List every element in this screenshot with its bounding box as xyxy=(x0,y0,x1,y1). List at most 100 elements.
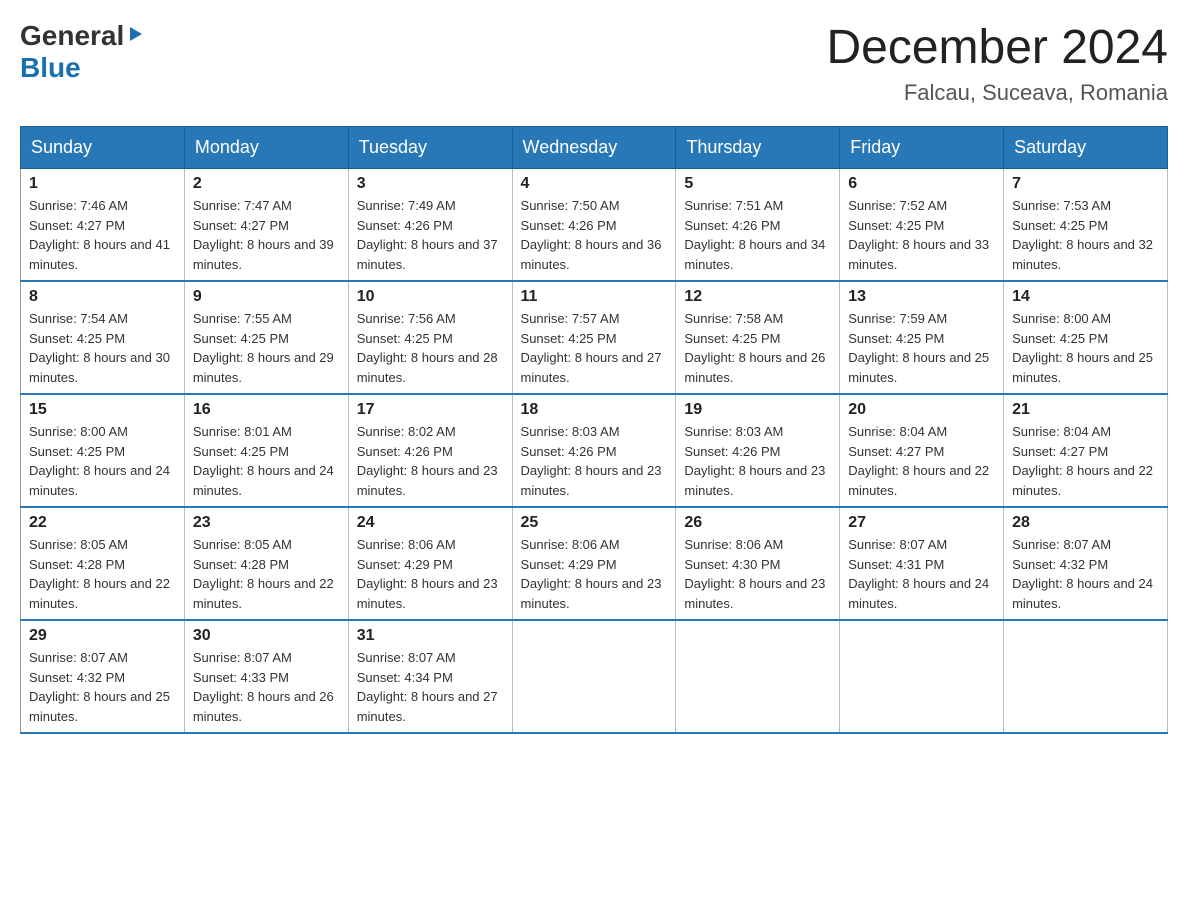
day-cell-10: 10 Sunrise: 7:56 AMSunset: 4:25 PMDaylig… xyxy=(348,281,512,394)
day-cell-14: 14 Sunrise: 8:00 AMSunset: 4:25 PMDaylig… xyxy=(1004,281,1168,394)
day-cell-22: 22 Sunrise: 8:05 AMSunset: 4:28 PMDaylig… xyxy=(21,507,185,620)
day-number: 23 xyxy=(193,514,340,532)
day-number: 13 xyxy=(848,288,995,306)
page-header: General Blue December 2024 Falcau, Sucea… xyxy=(20,20,1168,106)
day-info: Sunrise: 7:54 AMSunset: 4:25 PMDaylight:… xyxy=(29,311,170,385)
day-number: 17 xyxy=(357,401,504,419)
day-info: Sunrise: 8:06 AMSunset: 4:29 PMDaylight:… xyxy=(357,537,498,611)
day-cell-13: 13 Sunrise: 7:59 AMSunset: 4:25 PMDaylig… xyxy=(840,281,1004,394)
logo: General Blue xyxy=(20,20,145,84)
day-number: 1 xyxy=(29,175,176,193)
day-info: Sunrise: 8:05 AMSunset: 4:28 PMDaylight:… xyxy=(193,537,334,611)
day-cell-28: 28 Sunrise: 8:07 AMSunset: 4:32 PMDaylig… xyxy=(1004,507,1168,620)
day-number: 19 xyxy=(684,401,831,419)
week-row-5: 29 Sunrise: 8:07 AMSunset: 4:32 PMDaylig… xyxy=(21,620,1168,733)
day-cell-5: 5 Sunrise: 7:51 AMSunset: 4:26 PMDayligh… xyxy=(676,169,840,282)
day-info: Sunrise: 8:02 AMSunset: 4:26 PMDaylight:… xyxy=(357,424,498,498)
day-number: 31 xyxy=(357,627,504,645)
day-cell-17: 17 Sunrise: 8:02 AMSunset: 4:26 PMDaylig… xyxy=(348,394,512,507)
day-cell-2: 2 Sunrise: 7:47 AMSunset: 4:27 PMDayligh… xyxy=(184,169,348,282)
day-cell-25: 25 Sunrise: 8:06 AMSunset: 4:29 PMDaylig… xyxy=(512,507,676,620)
day-info: Sunrise: 7:50 AMSunset: 4:26 PMDaylight:… xyxy=(521,198,662,272)
calendar-title: December 2024 xyxy=(826,20,1168,75)
day-cell-21: 21 Sunrise: 8:04 AMSunset: 4:27 PMDaylig… xyxy=(1004,394,1168,507)
day-info: Sunrise: 7:57 AMSunset: 4:25 PMDaylight:… xyxy=(521,311,662,385)
day-cell-12: 12 Sunrise: 7:58 AMSunset: 4:25 PMDaylig… xyxy=(676,281,840,394)
day-number: 21 xyxy=(1012,401,1159,419)
day-cell-1: 1 Sunrise: 7:46 AMSunset: 4:27 PMDayligh… xyxy=(21,169,185,282)
week-row-1: 1 Sunrise: 7:46 AMSunset: 4:27 PMDayligh… xyxy=(21,169,1168,282)
day-cell-8: 8 Sunrise: 7:54 AMSunset: 4:25 PMDayligh… xyxy=(21,281,185,394)
header-sunday: Sunday xyxy=(21,127,185,169)
day-number: 11 xyxy=(521,288,668,306)
empty-cell xyxy=(1004,620,1168,733)
day-number: 7 xyxy=(1012,175,1159,193)
header-tuesday: Tuesday xyxy=(348,127,512,169)
day-cell-19: 19 Sunrise: 8:03 AMSunset: 4:26 PMDaylig… xyxy=(676,394,840,507)
day-cell-11: 11 Sunrise: 7:57 AMSunset: 4:25 PMDaylig… xyxy=(512,281,676,394)
day-number: 12 xyxy=(684,288,831,306)
day-info: Sunrise: 7:56 AMSunset: 4:25 PMDaylight:… xyxy=(357,311,498,385)
day-info: Sunrise: 7:46 AMSunset: 4:27 PMDaylight:… xyxy=(29,198,170,272)
day-number: 3 xyxy=(357,175,504,193)
day-cell-6: 6 Sunrise: 7:52 AMSunset: 4:25 PMDayligh… xyxy=(840,169,1004,282)
day-number: 22 xyxy=(29,514,176,532)
header-saturday: Saturday xyxy=(1004,127,1168,169)
empty-cell xyxy=(512,620,676,733)
week-row-3: 15 Sunrise: 8:00 AMSunset: 4:25 PMDaylig… xyxy=(21,394,1168,507)
day-cell-15: 15 Sunrise: 8:00 AMSunset: 4:25 PMDaylig… xyxy=(21,394,185,507)
day-number: 6 xyxy=(848,175,995,193)
day-cell-31: 31 Sunrise: 8:07 AMSunset: 4:34 PMDaylig… xyxy=(348,620,512,733)
logo-blue-text: Blue xyxy=(20,52,81,83)
day-info: Sunrise: 8:01 AMSunset: 4:25 PMDaylight:… xyxy=(193,424,334,498)
day-cell-18: 18 Sunrise: 8:03 AMSunset: 4:26 PMDaylig… xyxy=(512,394,676,507)
day-info: Sunrise: 7:52 AMSunset: 4:25 PMDaylight:… xyxy=(848,198,989,272)
day-number: 30 xyxy=(193,627,340,645)
day-info: Sunrise: 8:03 AMSunset: 4:26 PMDaylight:… xyxy=(684,424,825,498)
day-cell-4: 4 Sunrise: 7:50 AMSunset: 4:26 PMDayligh… xyxy=(512,169,676,282)
day-info: Sunrise: 8:07 AMSunset: 4:33 PMDaylight:… xyxy=(193,650,334,724)
day-number: 20 xyxy=(848,401,995,419)
day-cell-20: 20 Sunrise: 8:04 AMSunset: 4:27 PMDaylig… xyxy=(840,394,1004,507)
day-info: Sunrise: 7:53 AMSunset: 4:25 PMDaylight:… xyxy=(1012,198,1153,272)
calendar-table: Sunday Monday Tuesday Wednesday Thursday… xyxy=(20,126,1168,734)
week-row-4: 22 Sunrise: 8:05 AMSunset: 4:28 PMDaylig… xyxy=(21,507,1168,620)
header-monday: Monday xyxy=(184,127,348,169)
day-info: Sunrise: 8:03 AMSunset: 4:26 PMDaylight:… xyxy=(521,424,662,498)
day-cell-9: 9 Sunrise: 7:55 AMSunset: 4:25 PMDayligh… xyxy=(184,281,348,394)
day-number: 29 xyxy=(29,627,176,645)
day-info: Sunrise: 7:55 AMSunset: 4:25 PMDaylight:… xyxy=(193,311,334,385)
day-info: Sunrise: 8:06 AMSunset: 4:30 PMDaylight:… xyxy=(684,537,825,611)
day-info: Sunrise: 8:07 AMSunset: 4:32 PMDaylight:… xyxy=(29,650,170,724)
day-number: 24 xyxy=(357,514,504,532)
day-number: 16 xyxy=(193,401,340,419)
header-friday: Friday xyxy=(840,127,1004,169)
day-number: 8 xyxy=(29,288,176,306)
day-number: 5 xyxy=(684,175,831,193)
day-cell-27: 27 Sunrise: 8:07 AMSunset: 4:31 PMDaylig… xyxy=(840,507,1004,620)
day-info: Sunrise: 8:06 AMSunset: 4:29 PMDaylight:… xyxy=(521,537,662,611)
day-number: 18 xyxy=(521,401,668,419)
day-number: 15 xyxy=(29,401,176,419)
day-info: Sunrise: 8:05 AMSunset: 4:28 PMDaylight:… xyxy=(29,537,170,611)
empty-cell xyxy=(676,620,840,733)
calendar-subtitle: Falcau, Suceava, Romania xyxy=(826,80,1168,106)
day-info: Sunrise: 7:59 AMSunset: 4:25 PMDaylight:… xyxy=(848,311,989,385)
days-header-row: Sunday Monday Tuesday Wednesday Thursday… xyxy=(21,127,1168,169)
day-info: Sunrise: 7:51 AMSunset: 4:26 PMDaylight:… xyxy=(684,198,825,272)
day-number: 14 xyxy=(1012,288,1159,306)
day-info: Sunrise: 8:07 AMSunset: 4:34 PMDaylight:… xyxy=(357,650,498,724)
day-number: 26 xyxy=(684,514,831,532)
day-number: 9 xyxy=(193,288,340,306)
day-number: 27 xyxy=(848,514,995,532)
day-info: Sunrise: 8:07 AMSunset: 4:31 PMDaylight:… xyxy=(848,537,989,611)
day-cell-26: 26 Sunrise: 8:06 AMSunset: 4:30 PMDaylig… xyxy=(676,507,840,620)
day-number: 25 xyxy=(521,514,668,532)
logo-general-text: General xyxy=(20,20,124,52)
header-thursday: Thursday xyxy=(676,127,840,169)
week-row-2: 8 Sunrise: 7:54 AMSunset: 4:25 PMDayligh… xyxy=(21,281,1168,394)
day-cell-23: 23 Sunrise: 8:05 AMSunset: 4:28 PMDaylig… xyxy=(184,507,348,620)
day-number: 10 xyxy=(357,288,504,306)
header-wednesday: Wednesday xyxy=(512,127,676,169)
day-number: 2 xyxy=(193,175,340,193)
